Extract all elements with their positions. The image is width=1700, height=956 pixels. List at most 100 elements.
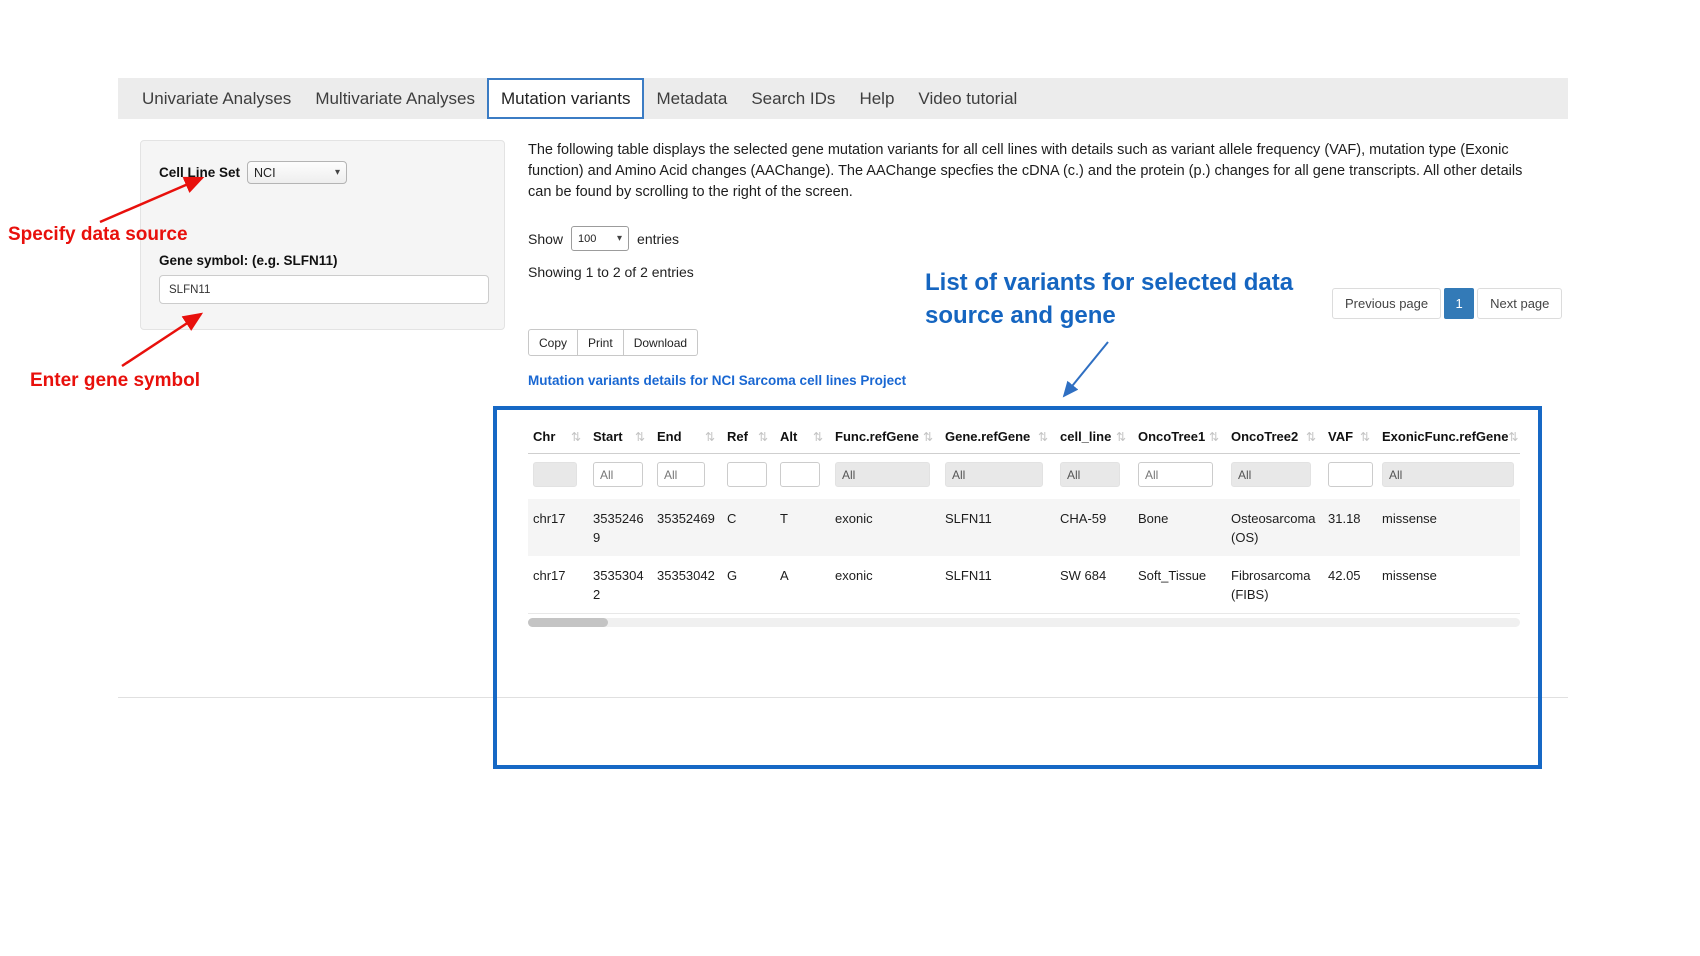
filter-oncotree2[interactable]: All [1231,462,1311,487]
print-button[interactable]: Print [578,329,624,356]
header-label: OncoTree2 [1231,429,1298,444]
filter-ref[interactable] [727,462,767,487]
filter-cell-line[interactable]: All [1060,462,1120,487]
tab-help[interactable]: Help [847,78,906,119]
col-header-func-refgene[interactable]: Func.refGene ⇅ [830,420,940,454]
gene-symbol-label-row: Gene symbol: (e.g. SLFN11) [159,253,338,268]
tab-search-ids[interactable]: Search IDs [739,78,847,119]
header-content: Gene.refGene⇅ [945,429,1051,444]
mutation-variants-table: Chr⇅ Start⇅ End ⇅ Ref ⇅ Alt ⇅ Func.refGene ⇅… [528,420,1520,614]
cell-line-set-row: Cell Line Set NCI ▾ [159,161,347,184]
table-cell: SW 684 [1055,556,1133,613]
header-label: VAF [1328,429,1353,444]
sort-icon: ⇅ [1038,430,1051,444]
export-button-group: Copy Print Download [528,329,698,356]
tab-mutation-variants[interactable]: Mutation variants [487,78,644,119]
table-description-text: The following table displays the selecte… [528,140,1523,203]
cell-line-set-selected-value: NCI [254,166,276,180]
sort-icon: ⇅ [571,430,584,444]
table-cell: SLFN11 [940,556,1055,613]
header-content: OncoTree1⇅ [1138,429,1222,444]
col-header-oncotree2[interactable]: OncoTree2⇅ [1226,420,1323,454]
sidebar-panel: Cell Line Set NCI ▾ Gene symbol: (e.g. S… [140,140,505,330]
col-header-alt[interactable]: Alt ⇅ [775,420,830,454]
current-page-button[interactable]: 1 [1444,288,1474,319]
top-navbar: Univariate Analyses Multivariate Analyse… [118,78,1568,119]
cell-line-set-select[interactable]: NCI ▾ [247,161,347,184]
pagination: Previous page 1 Next page [1332,288,1562,319]
sort-icon: ⇅ [705,430,718,444]
entries-per-page-select[interactable]: 100 ▾ [571,226,629,251]
table-filter-row: All All All All All [528,454,1520,500]
header-content: Start⇅ [593,429,648,444]
sort-icon: ⇅ [758,430,771,444]
copy-button[interactable]: Copy [528,329,578,356]
filter-vaf[interactable] [1328,462,1373,487]
table-cell: Osteosarcoma (OS) [1226,499,1323,556]
col-header-end[interactable]: End ⇅ [652,420,722,454]
filter-alt[interactable] [780,462,820,487]
filter-gene-refgene[interactable]: All [945,462,1043,487]
col-header-chr[interactable]: Chr⇅ [528,420,588,454]
filter-chr[interactable] [533,462,577,487]
table-cell: missense [1377,499,1520,556]
table-cell: T [775,499,830,556]
table-row: chr17 35352469 35352469 C T exonic SLFN1… [528,499,1520,556]
tab-metadata[interactable]: Metadata [644,78,739,119]
header-label: End [657,429,682,444]
header-content: VAF ⇅ [1328,429,1373,444]
table-cell: Fibrosarcoma (FIBS) [1226,556,1323,613]
header-content: End ⇅ [657,429,718,444]
table-cell: exonic [830,499,940,556]
sort-icon: ⇅ [635,430,648,444]
table-cell: C [722,499,775,556]
header-label: Alt [780,429,797,444]
table-cell: 35353042 [588,556,652,613]
tab-video-tutorial[interactable]: Video tutorial [906,78,1029,119]
filter-func-refgene[interactable]: All [835,462,930,487]
gene-symbol-label: Gene symbol: (e.g. SLFN11) [159,253,338,268]
download-button[interactable]: Download [624,329,698,356]
sort-icon: ⇅ [1508,430,1521,444]
filter-start[interactable] [593,462,643,487]
content-divider [118,697,1568,698]
horizontal-scrollbar-thumb[interactable] [528,618,608,627]
table-cell: SLFN11 [940,499,1055,556]
col-header-gene-refgene[interactable]: Gene.refGene⇅ [940,420,1055,454]
table-row: chr17 35353042 35353042 G A exonic SLFN1… [528,556,1520,613]
previous-page-button[interactable]: Previous page [1332,288,1441,319]
tab-multivariate-analyses[interactable]: Multivariate Analyses [303,78,487,119]
annotation-enter-gene-symbol: Enter gene symbol [30,370,200,392]
col-header-ref[interactable]: Ref ⇅ [722,420,775,454]
table-cell: Bone [1133,499,1226,556]
show-entries-control: Show 100 ▾ entries [528,226,679,251]
col-header-cell-line[interactable]: cell_line⇅ [1055,420,1133,454]
table-cell: 42.05 [1323,556,1377,613]
gene-symbol-input[interactable] [159,275,489,304]
col-header-vaf[interactable]: VAF ⇅ [1323,420,1377,454]
col-header-oncotree1[interactable]: OncoTree1⇅ [1133,420,1226,454]
chevron-down-icon: ▾ [617,233,622,244]
sort-icon: ⇅ [1360,430,1373,444]
table-caption-link[interactable]: Mutation variants details for NCI Sarcom… [528,373,906,388]
horizontal-scrollbar-track[interactable] [528,618,1520,627]
table-cell: 35352469 [652,499,722,556]
col-header-exonicfunc-refgene[interactable]: ExonicFunc.refGene⇅ [1377,420,1520,454]
filter-end[interactable] [657,462,705,487]
col-header-start[interactable]: Start⇅ [588,420,652,454]
sort-icon: ⇅ [813,430,826,444]
filter-oncotree1[interactable] [1138,462,1213,487]
annotation-specify-data-source: Specify data source [8,224,188,246]
filter-exonicfunc-refgene[interactable]: All [1382,462,1514,487]
table-cell: G [722,556,775,613]
header-content: Ref ⇅ [727,429,771,444]
sort-icon: ⇅ [1209,430,1222,444]
next-page-button[interactable]: Next page [1477,288,1562,319]
tab-univariate-analyses[interactable]: Univariate Analyses [130,78,303,119]
header-label: Ref [727,429,748,444]
table-cell: 35353042 [652,556,722,613]
header-content: Chr⇅ [533,429,584,444]
sort-icon: ⇅ [923,430,936,444]
header-label: Func.refGene [835,429,919,444]
header-label: cell_line [1060,429,1111,444]
